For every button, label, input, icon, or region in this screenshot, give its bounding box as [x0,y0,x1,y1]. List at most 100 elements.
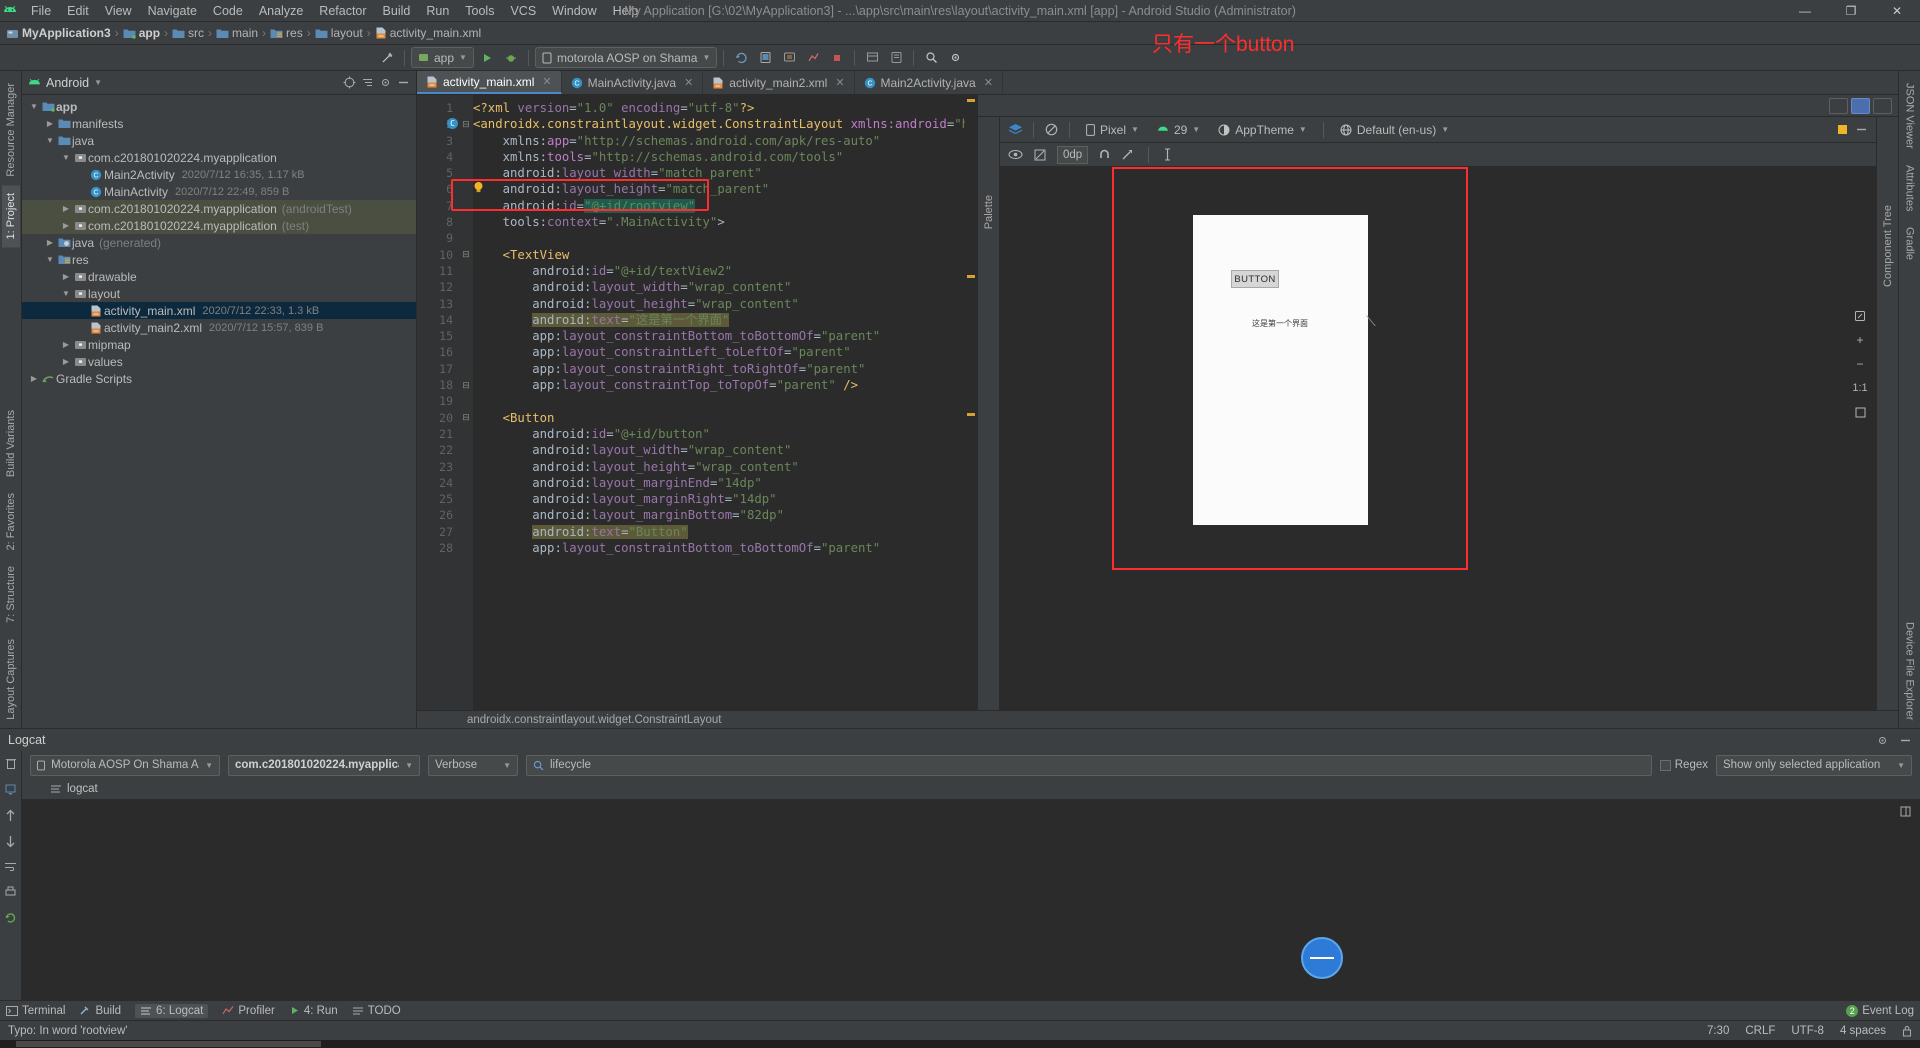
xml-code-editor[interactable]: 12C34 567 891011 121314 151617 18192021 222324… [417,95,977,710]
tool-tab-project[interactable]: 1: Project [1,184,20,248]
tree-expand-arrow-icon[interactable]: ▶ [60,204,72,213]
menu-item-tools[interactable]: Tools [458,2,501,20]
tree-expand-arrow-icon[interactable]: ▼ [60,153,72,162]
device-preview-selector[interactable]: Pixel ▼ [1080,119,1145,140]
no-constraints-icon[interactable] [1044,122,1059,137]
breadcrumb-item-layout[interactable]: layout [315,26,363,40]
emulator-overlay-indicator[interactable] [1301,937,1343,979]
tree-node[interactable]: ▶ manifests [22,115,416,132]
menu-item-build[interactable]: Build [376,2,418,20]
tool-tab-attributes[interactable]: Attributes [1901,157,1919,219]
menu-item-view[interactable]: View [98,2,139,20]
tree-node[interactable]: ▼ com.c201801020224.myapplication [22,149,416,166]
device-selector[interactable]: motorola AOSP on Shama ▼ [534,47,718,68]
bottom-tab-todo[interactable]: TODO [352,1005,401,1017]
settings-icon[interactable] [379,76,392,89]
api-level-selector[interactable]: 29 ▼ [1151,119,1206,140]
tree-expand-arrow-icon[interactable]: ▼ [44,255,56,264]
project-panel-actions[interactable] [343,76,410,89]
left-tool-rail[interactable]: Resource Manager 1: Project Build Varian… [0,71,22,728]
checkbox-box[interactable] [1659,759,1671,771]
tree-node[interactable]: ▶ com.c201801020224.myapplication (test) [22,217,416,234]
text-cursor-icon[interactable] [1163,148,1172,161]
tool-tab-gradle[interactable]: Gradle [1901,219,1919,268]
logcat-output[interactable] [22,799,1920,1000]
tree-expand-arrow-icon[interactable]: ▶ [44,119,56,128]
clear-constraints-icon[interactable] [1033,148,1047,162]
stop-icon[interactable] [826,47,848,69]
breadcrumb-item-main[interactable]: main [216,26,258,40]
bottom-tool-bar[interactable]: Terminal Build 6: Logcat Profiler 4: Run… [0,1000,1920,1020]
tree-node[interactable]: ▼ res [22,251,416,268]
zoom-to-fit-button[interactable] [1850,403,1870,421]
menu-item-run[interactable]: Run [419,2,456,20]
close-icon[interactable]: ✕ [542,75,551,88]
preview-config-toolbar[interactable]: Pixel ▼ 29 ▼ AppTheme ▼ Default (en-us) … [1000,117,1876,143]
gear-icon[interactable] [1876,734,1889,747]
editor-tab-main2activity-java[interactable]: C Main2Activity.java ✕ [855,71,1003,94]
layout-inspector-icon[interactable] [861,47,883,69]
status-bar-right[interactable]: 7:30 CRLF UTF-8 4 spaces [1707,1025,1912,1037]
search-icon[interactable] [920,47,942,69]
tree-expand-arrow-icon[interactable]: ▶ [60,340,72,349]
gutter-class-marker-icon[interactable]: C [447,118,458,130]
editor-tab-bar[interactable]: <> activity_main.xml ✕ C MainActivity.java ✕ <… [417,71,1898,95]
breadcrumb-item-app[interactable]: app [123,26,160,40]
breadcrumb-item-src[interactable]: src [172,26,204,40]
close-icon[interactable]: ✕ [835,76,844,89]
tree-expand-arrow-icon[interactable]: ▼ [44,136,56,145]
preview-action-toolbar[interactable]: 0dp [1000,143,1876,167]
intention-bulb-icon[interactable] [473,181,484,194]
tree-node[interactable]: ▶ mipmap [22,336,416,353]
editor-tab-activity-main2-xml[interactable]: <> activity_main2.xml ✕ [703,71,855,94]
fold-marker-icon[interactable]: ⊟ [459,247,473,263]
tree-node[interactable]: ▶ java (generated) [22,234,416,251]
tree-expand-arrow-icon[interactable]: ▼ [28,102,40,111]
code-mode-button[interactable] [1829,97,1848,114]
preview-textview-widget[interactable]: 这是第一个界面 [1252,318,1308,329]
logcat-level-selector[interactable]: Verbose ▼ [428,754,518,776]
menu-item-analyze[interactable]: Analyze [252,2,310,20]
fold-marker-icon[interactable]: ⊟ [459,410,473,426]
breadcrumb[interactable]: MyApplication3 › app › src › main › res › layout › <… [0,22,1920,45]
file-encoding[interactable]: UTF-8 [1791,1025,1824,1037]
run-configuration-selector[interactable]: app ▼ [411,47,474,68]
fold-marker-icon[interactable]: ⊟ [459,116,473,132]
locale-selector[interactable]: Default (en-us) ▼ [1334,119,1455,140]
target-icon[interactable] [343,76,356,89]
tree-expand-arrow-icon[interactable]: ▶ [60,221,72,230]
menu-item-window[interactable]: Window [545,2,603,20]
menu-item-refactor[interactable]: Refactor [312,2,373,20]
tool-tab-resource-manager[interactable]: Resource Manager [2,75,20,185]
logcat-side-actions[interactable] [0,751,22,1000]
bottom-bar-right[interactable]: 2 Event Log [1846,1004,1914,1017]
menu-item-file[interactable]: File [24,2,58,20]
breadcrumb-item-myapplication3[interactable]: MyApplication3 [6,26,111,40]
menu-item-navigate[interactable]: Navigate [141,2,204,20]
hide-panel-icon[interactable] [1899,734,1912,747]
sync-gradle-icon[interactable] [730,47,752,69]
run-icon[interactable] [476,47,498,69]
scroll-to-end-icon[interactable] [4,783,17,796]
zoom-out-button[interactable]: − [1850,355,1870,373]
logcat-tab-label[interactable]: logcat [67,783,98,795]
magnet-icon[interactable] [1098,148,1111,161]
design-canvas[interactable]: BUTTON 这是第一个界面 + − 1:1 ⟍ [1000,167,1876,710]
canvas-zoom-controls[interactable]: + − 1:1 [1850,307,1870,421]
tree-node[interactable]: C MainActivity 2020/7/12 22:49, 859 B [22,183,416,200]
breadcrumb-item-res[interactable]: res [270,26,303,40]
tool-tab-structure[interactable]: 7: Structure [2,558,20,631]
palette-rail[interactable]: Palette [978,117,1000,710]
restart-icon[interactable] [4,911,17,924]
layers-icon[interactable] [1008,123,1023,136]
logcat-process-selector[interactable]: com.c201801020224.myapplicatio ▼ [228,754,420,776]
editor-scrollbar[interactable] [965,95,977,710]
bottom-tab-logcat[interactable]: 6: Logcat [135,1003,209,1018]
zoom-in-button[interactable]: + [1850,331,1870,349]
tree-node[interactable]: ▼ layout [22,285,416,302]
tool-tab-build-variants[interactable]: Build Variants [2,402,20,485]
theme-selector[interactable]: AppTheme ▼ [1212,119,1313,140]
tree-node[interactable]: C Main2Activity 2020/7/12 16:35, 1.17 kB [22,166,416,183]
minimize-button[interactable]: — [1782,0,1828,22]
menu-item-edit[interactable]: Edit [60,2,96,20]
